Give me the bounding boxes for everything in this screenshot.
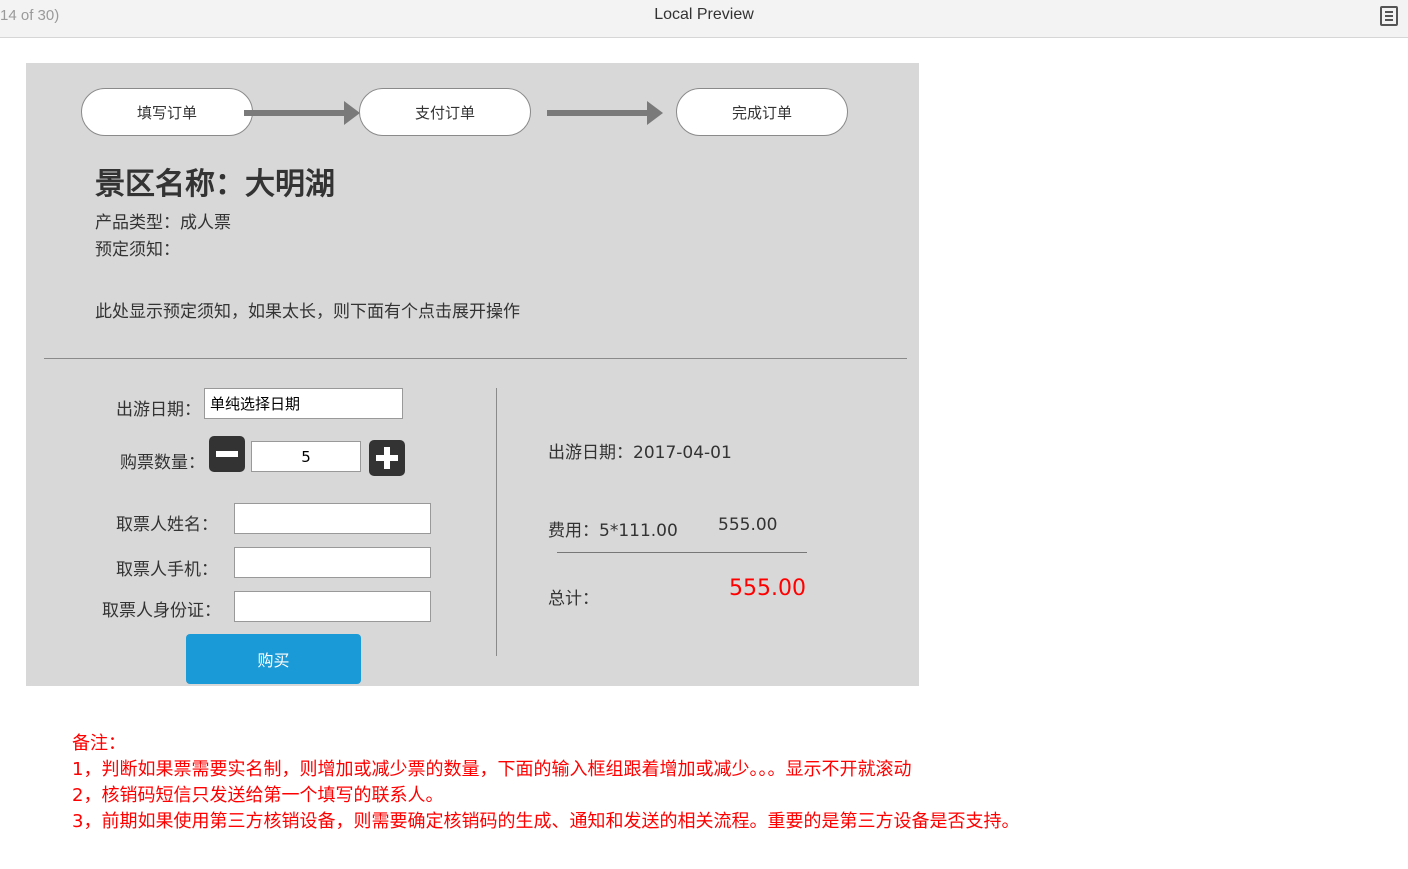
note-item: 2，核销码短信只发送给第一个填写的联系人。 — [72, 785, 444, 806]
notice-label: 预定须知： — [95, 240, 180, 260]
order-panel: 填写订单 支付订单 完成订单 景区名称：大明湖 产品类型：成人票 预定须知： 此… — [26, 63, 919, 686]
name-label: 取票人姓名： — [116, 515, 218, 535]
window-topbar: 14 of 30) Local Preview — [0, 0, 1408, 38]
qty-label: 购票数量： — [120, 453, 205, 473]
notice-text[interactable]: 此处显示预定须知，如果太长，则下面有个点击展开操作 — [95, 297, 520, 322]
step-arrow-icon — [547, 101, 663, 125]
date-picker-input[interactable]: 单纯选择日期 — [204, 388, 403, 419]
step-complete-order: 完成订单 — [676, 88, 848, 136]
buy-button[interactable]: 购买 — [186, 634, 361, 684]
step-fill-order: 填写订单 — [81, 88, 253, 136]
fee-label: 费用：5*111.00 — [548, 521, 678, 541]
date-label: 出游日期： — [116, 400, 201, 420]
summary-divider — [557, 552, 807, 553]
id-label: 取票人身份证： — [102, 601, 221, 621]
product-type: 产品类型：成人票 — [95, 213, 231, 233]
phone-label: 取票人手机： — [116, 560, 218, 580]
total-amount: 555.00 — [729, 576, 806, 601]
minus-icon[interactable] — [209, 436, 245, 472]
window-title: Local Preview — [654, 6, 754, 23]
id-input[interactable] — [234, 591, 431, 622]
menu-list-icon[interactable] — [1380, 6, 1398, 26]
notes-title: 备注： — [72, 733, 126, 754]
scenic-title: 景区名称：大明湖 — [95, 167, 335, 202]
vertical-divider — [496, 388, 497, 656]
phone-input[interactable] — [234, 547, 431, 578]
total-label: 总计： — [548, 589, 599, 609]
divider — [44, 358, 907, 359]
step-arrow-icon — [244, 101, 360, 125]
notes: 备注： 1，判断如果票需要实名制，则增加或减少票的数量，下面的输入框组跟着增加或… — [72, 731, 1019, 835]
note-item: 3，前期如果使用第三方核销设备，则需要确定核销码的生成、通知和发送的相关流程。重… — [72, 811, 1020, 832]
plus-icon[interactable] — [369, 440, 405, 476]
quantity-input[interactable]: 5 — [251, 441, 361, 472]
summary-date: 出游日期：2017-04-01 — [548, 443, 732, 463]
note-item: 1，判断如果票需要实名制，则增加或减少票的数量，下面的输入框组跟着增加或减少。。… — [72, 759, 912, 780]
fee-amount: 555.00 — [718, 515, 778, 535]
name-input[interactable] — [234, 503, 431, 534]
step-pay-order: 支付订单 — [359, 88, 531, 136]
